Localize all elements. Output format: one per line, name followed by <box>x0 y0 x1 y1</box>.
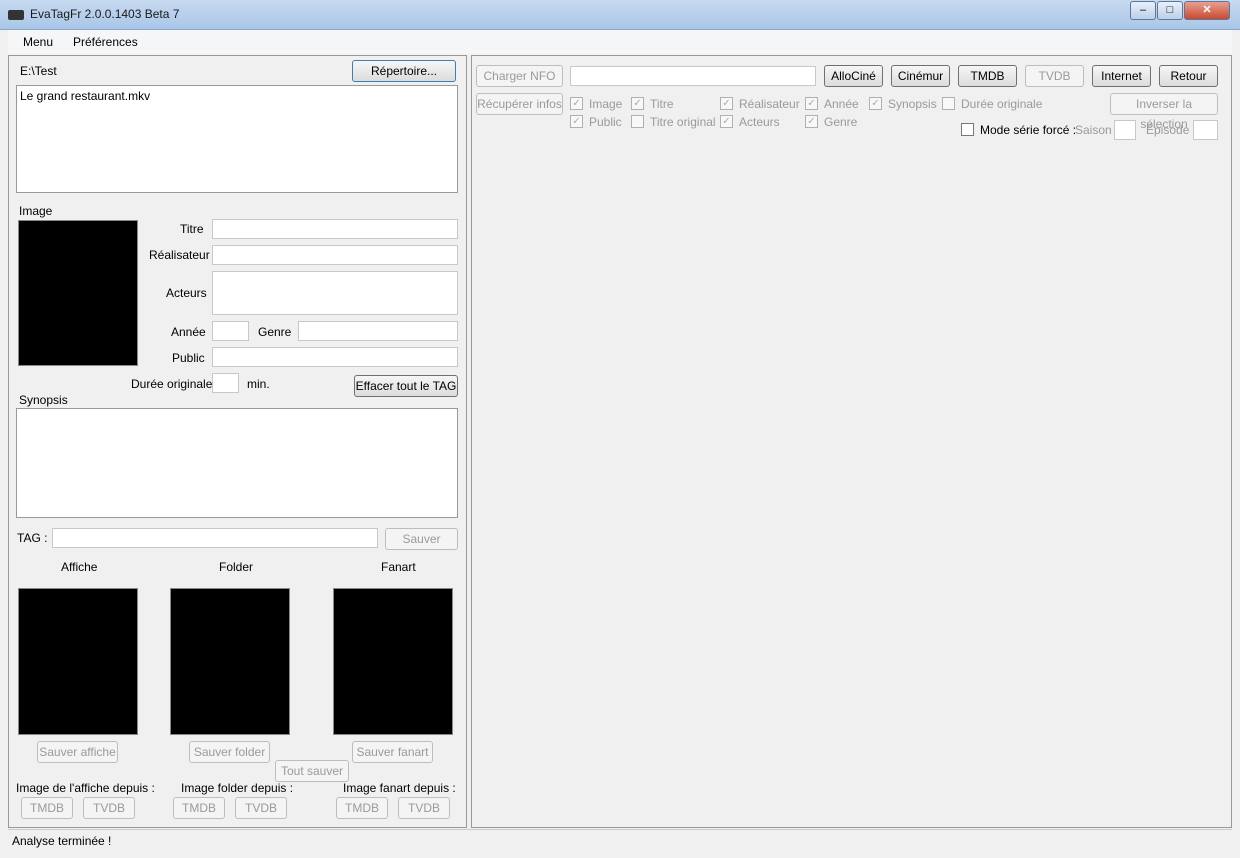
checkbox-réalisateur[interactable]: ✓ <box>720 97 733 110</box>
acteurs-label: Acteurs <box>166 286 207 300</box>
sauver-fanart-button[interactable]: Sauver fanart <box>352 741 433 763</box>
fanart-label: Fanart <box>381 560 416 574</box>
status-bar: Analyse terminée ! <box>8 829 1232 851</box>
tag-input[interactable] <box>52 528 378 548</box>
charger-nfo-button[interactable]: Charger NFO <box>476 65 563 87</box>
nfo-input[interactable] <box>570 66 816 86</box>
internet-button[interactable]: Internet <box>1092 65 1151 87</box>
cinemur-button[interactable]: Cinémur <box>891 65 950 87</box>
tvdb-button[interactable]: TVDB <box>1025 65 1084 87</box>
min-label: min. <box>247 377 270 391</box>
maximize-button[interactable]: □ <box>1157 1 1183 20</box>
mode-serie-label: Mode série forcé : <box>980 123 1077 137</box>
checkbox-année[interactable]: ✓ <box>805 97 818 110</box>
checkbox-public[interactable]: ✓ <box>570 115 583 128</box>
repertoire-button[interactable]: Répertoire... <box>352 60 456 82</box>
public-label: Public <box>172 351 205 365</box>
checkbox-durée-originale[interactable] <box>942 97 955 110</box>
checkbox-label: Image <box>589 97 623 111</box>
realisateur-input[interactable] <box>212 245 458 265</box>
window-title: EvaTagFr 2.0.0.1403 Beta 7 <box>30 7 180 21</box>
file-item[interactable]: Le grand restaurant.mkv <box>17 86 457 106</box>
mode-serie-checkbox[interactable] <box>961 123 974 136</box>
image-folder-label: Image folder depuis : <box>181 781 294 795</box>
checkbox-label: Année <box>824 97 859 111</box>
minimize-button[interactable]: – <box>1130 1 1156 20</box>
episode-label: Épisode <box>1146 123 1190 137</box>
menu-menu[interactable]: Menu <box>23 35 53 49</box>
checkbox-genre[interactable]: ✓ <box>805 115 818 128</box>
affiche-tmdb-button[interactable]: TMDB <box>21 797 73 819</box>
app-icon <box>8 10 24 20</box>
acteurs-input[interactable] <box>212 271 458 315</box>
tout-sauver-button[interactable]: Tout sauver <box>275 760 349 782</box>
tag-label: TAG : <box>17 531 48 545</box>
fanart-tmdb-button[interactable]: TMDB <box>336 797 388 819</box>
close-button[interactable]: ✕ <box>1184 1 1230 20</box>
tmdb-button[interactable]: TMDB <box>958 65 1017 87</box>
folder-label: Folder <box>219 560 254 574</box>
annee-label: Année <box>171 325 206 339</box>
image-affiche-label: Image de l'affiche depuis : <box>16 781 155 795</box>
folder-tmdb-button[interactable]: TMDB <box>173 797 225 819</box>
image-fanart-label: Image fanart depuis : <box>343 781 456 795</box>
sauver-folder-button[interactable]: Sauver folder <box>189 741 270 763</box>
saison-label: Saison <box>1075 123 1112 137</box>
folder-tvdb-button[interactable]: TVDB <box>235 797 287 819</box>
affiche-label: Affiche <box>61 560 98 574</box>
affiche-image <box>18 588 138 735</box>
fanart-image <box>333 588 453 735</box>
checkbox-label: Titre original <box>650 115 716 129</box>
menu-preferences[interactable]: Préférences <box>73 35 138 49</box>
checkbox-label: Public <box>589 115 622 129</box>
sauver-affiche-button[interactable]: Sauver affiche <box>37 741 118 763</box>
folder-image <box>170 588 290 735</box>
duree-input[interactable] <box>212 373 239 393</box>
checkbox-label: Acteurs <box>739 115 780 129</box>
menu-bar: Menu Préférences <box>8 30 1232 54</box>
status-text: Analyse terminée ! <box>12 834 112 848</box>
affiche-tvdb-button[interactable]: TVDB <box>83 797 135 819</box>
fanart-tvdb-button[interactable]: TVDB <box>398 797 450 819</box>
right-panel <box>471 55 1232 828</box>
checkbox-label: Synopsis <box>888 97 937 111</box>
retour-button[interactable]: Retour <box>1159 65 1218 87</box>
checkbox-label: Titre <box>650 97 674 111</box>
saison-input[interactable] <box>1114 120 1136 140</box>
genre-input[interactable] <box>298 321 458 341</box>
path-label: E:\Test <box>20 64 57 78</box>
synopsis-input[interactable] <box>16 408 458 518</box>
public-input[interactable] <box>212 347 458 367</box>
synopsis-label: Synopsis <box>19 393 68 407</box>
recuperer-infos-button[interactable]: Récupérer infos <box>476 93 563 115</box>
checkbox-image[interactable]: ✓ <box>570 97 583 110</box>
duree-label: Durée originale <box>131 377 213 391</box>
checkbox-acteurs[interactable]: ✓ <box>720 115 733 128</box>
checkbox-label: Durée originale <box>961 97 1043 111</box>
episode-input[interactable] <box>1193 120 1218 140</box>
annee-input[interactable] <box>212 321 249 341</box>
effacer-tag-button[interactable]: Effacer tout le TAG <box>354 375 458 397</box>
sauver-button[interactable]: Sauver <box>385 528 458 550</box>
realisateur-label: Réalisateur <box>149 248 210 262</box>
inverser-selection-button[interactable]: Inverser la sélection <box>1110 93 1218 131</box>
checkbox-label: Genre <box>824 115 858 129</box>
titre-label: Titre <box>180 222 204 236</box>
checkbox-titre-original[interactable] <box>631 115 644 128</box>
allocine-button[interactable]: AlloCiné <box>824 65 883 87</box>
image-label: Image <box>19 204 53 218</box>
file-list[interactable]: Le grand restaurant.mkv <box>16 85 458 193</box>
title-bar: EvaTagFr 2.0.0.1403 Beta 7 – □ ✕ <box>0 0 1240 30</box>
titre-input[interactable] <box>212 219 458 239</box>
cover-image <box>18 220 138 366</box>
checkbox-synopsis[interactable]: ✓ <box>869 97 882 110</box>
checkbox-titre[interactable]: ✓ <box>631 97 644 110</box>
checkbox-label: Réalisateur <box>739 97 800 111</box>
genre-label: Genre <box>258 325 292 339</box>
